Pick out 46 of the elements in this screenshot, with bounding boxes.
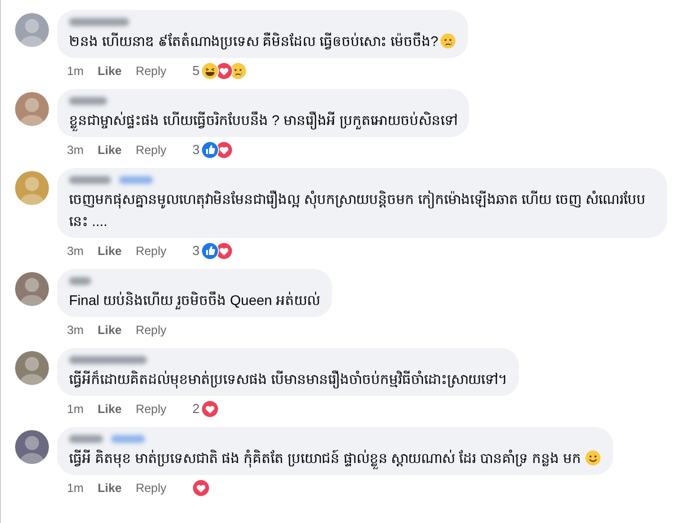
- blurred-name: [69, 176, 111, 184]
- thumbs-up-icon: [200, 141, 219, 159]
- reactions[interactable]: [192, 479, 210, 497]
- like-link[interactable]: Like: [98, 321, 122, 339]
- reply-link[interactable]: Reply: [136, 321, 166, 339]
- avatar[interactable]: [15, 272, 49, 306]
- comment-text: ចេញមកផុសគ្នានមូលហេតុវាមិនមែនជារឿងល្អ សុំបកស្រាយបន្តិចមក កៀកម៉ោងឡើងឆាត ហើយ ចេញ សំណេរបែបនេះ ....: [69, 189, 646, 231]
- crying-face-icon: [440, 33, 456, 49]
- comment-text: ខ្លួនជាម្ចាស់ផ្ទះផង ហើយធ្វើចរិកបែបនឹង ? មានរឿងអី ប្រកួតអោយចប់សិនទៅ: [69, 109, 458, 131]
- reactions[interactable]: 3: [192, 140, 233, 160]
- blurred-name: [69, 97, 107, 105]
- avatar[interactable]: [15, 171, 49, 205]
- blurred-name: [69, 18, 129, 26]
- avatar[interactable]: [15, 351, 49, 385]
- comment-time[interactable]: 3m: [67, 242, 84, 260]
- thumbs-up-icon: [200, 242, 219, 260]
- like-link[interactable]: Like: [98, 141, 122, 159]
- comment-text: ធ្វើអី គិតមុខ មាត់ប្រទេសជាតិ ផង កុំគិតតែ ប្រយោជន៍ ផ្ទាល់ខ្លួន ស្តាយណាស់ ដែរ បានគាំទ្រ កន្លង មក: [69, 447, 601, 469]
- reactions[interactable]: 2: [192, 399, 219, 419]
- reactions[interactable]: 3: [192, 241, 233, 261]
- like-link[interactable]: Like: [98, 400, 122, 418]
- avatar[interactable]: [15, 430, 49, 464]
- comment-time[interactable]: 1m: [67, 62, 84, 80]
- like-link[interactable]: Like: [98, 62, 122, 80]
- smiley-icon: [584, 450, 601, 466]
- comment-time[interactable]: 3m: [67, 141, 84, 159]
- comment-text: Final យប់និងហើយ រួចមិចចឹង Queen អត់យល់: [69, 290, 320, 311]
- comment-text: ២នង ហើយនាឌ ៩តែតំណាងប្រទេស គឺមិនដែល ធ្វើឲចប់សោះ ម៉េចចឹង?: [69, 30, 456, 52]
- reply-link[interactable]: Reply: [136, 62, 166, 80]
- comment-time[interactable]: 3m: [67, 321, 84, 339]
- blurred-name: [69, 435, 103, 443]
- comment-time[interactable]: 1m: [67, 400, 84, 418]
- comment-text: ធ្វើអីក៏ដោយគិតដល់មុខមាត់ប្រទេសផង បើមានមានរឿងចាំចប់កម្មវិធីចាំដោះស្រាយទៅ។: [69, 369, 507, 390]
- blurred-name: [69, 277, 91, 285]
- reactions[interactable]: 5: [192, 61, 247, 81]
- sad-face-icon: [228, 62, 247, 80]
- reply-link[interactable]: Reply: [136, 141, 166, 159]
- avatar[interactable]: [15, 13, 49, 47]
- laughing-face-icon: [200, 62, 219, 80]
- reply-link[interactable]: Reply: [136, 400, 166, 418]
- like-link[interactable]: Like: [98, 479, 122, 497]
- avatar[interactable]: [15, 92, 49, 126]
- reply-link[interactable]: Reply: [136, 479, 166, 497]
- like-link[interactable]: Like: [98, 242, 122, 260]
- reply-link[interactable]: Reply: [136, 242, 166, 260]
- comment-time[interactable]: 1m: [67, 479, 84, 497]
